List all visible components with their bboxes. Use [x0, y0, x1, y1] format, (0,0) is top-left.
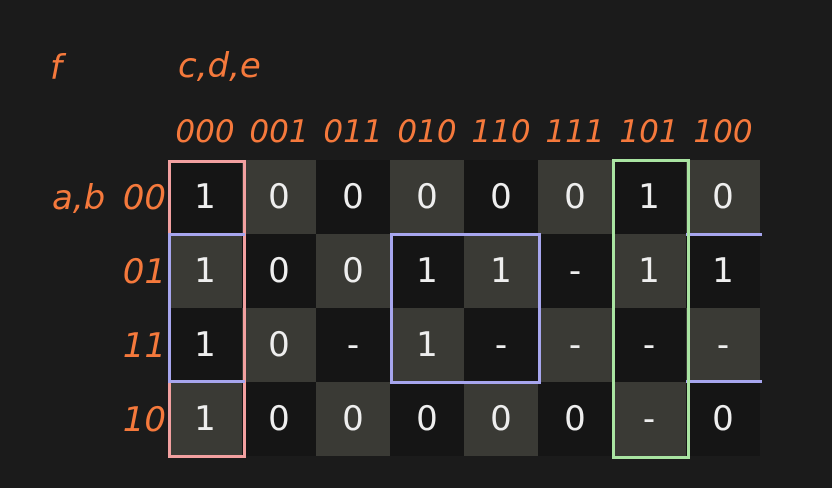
kmap-cell-11-010: 1: [390, 308, 464, 382]
row-header-11: 11: [122, 326, 166, 366]
kmap-cell-10-111: 0: [538, 382, 612, 456]
kmap-cell-01-111: -: [538, 234, 612, 308]
kmap-cell-01-011: 0: [316, 234, 390, 308]
kmap-cell-10-000: 1: [168, 382, 242, 456]
kmap-cell-00-001: 0: [242, 160, 316, 234]
column-header-111: 111: [545, 114, 605, 150]
kmap-cell-11-011: -: [316, 308, 390, 382]
kmap-cell-01-000: 1: [168, 234, 242, 308]
kmap-cell-10-010: 0: [390, 382, 464, 456]
kmap-cell-00-010: 0: [390, 160, 464, 234]
kmap-cell-00-101: 1: [612, 160, 686, 234]
kmap-cell-10-110: 0: [464, 382, 538, 456]
kmap-cell-11-110: -: [464, 308, 538, 382]
column-variables-label: c,d,e: [178, 46, 261, 86]
kmap-cell-01-101: 1: [612, 234, 686, 308]
kmap-cell-10-100: 0: [686, 382, 760, 456]
kmap-cell-00-100: 0: [686, 160, 760, 234]
kmap-cell-10-101: -: [612, 382, 686, 456]
kmap-cell-00-011: 0: [316, 160, 390, 234]
kmap-cell-11-101: -: [612, 308, 686, 382]
kmap-cell-01-110: 1: [464, 234, 538, 308]
column-header-000: 000: [175, 114, 235, 150]
column-header-100: 100: [693, 114, 753, 150]
kmap-cell-00-000: 1: [168, 160, 242, 234]
kmap-cell-10-001: 0: [242, 382, 316, 456]
kmap-cell-01-001: 0: [242, 234, 316, 308]
row-header-10: 10: [122, 400, 166, 440]
kmap-cell-00-111: 0: [538, 160, 612, 234]
kmap-cell-11-100: -: [686, 308, 760, 382]
kmap-cell-01-010: 1: [390, 234, 464, 308]
column-header-101: 101: [619, 114, 679, 150]
column-header-011: 011: [323, 114, 383, 150]
kmap-cell-11-111: -: [538, 308, 612, 382]
row-header-01: 01: [122, 252, 166, 292]
kmap-cell-10-011: 0: [316, 382, 390, 456]
column-header-110: 110: [471, 114, 531, 150]
kmap-cell-00-110: 0: [464, 160, 538, 234]
row-header-00: 00: [122, 178, 166, 218]
kmap-cell-11-000: 1: [168, 308, 242, 382]
column-header-010: 010: [397, 114, 457, 150]
column-header-001: 001: [249, 114, 309, 150]
kmap-cell-11-001: 0: [242, 308, 316, 382]
kmap-cell-01-100: 1: [686, 234, 760, 308]
function-label: f: [50, 48, 62, 88]
